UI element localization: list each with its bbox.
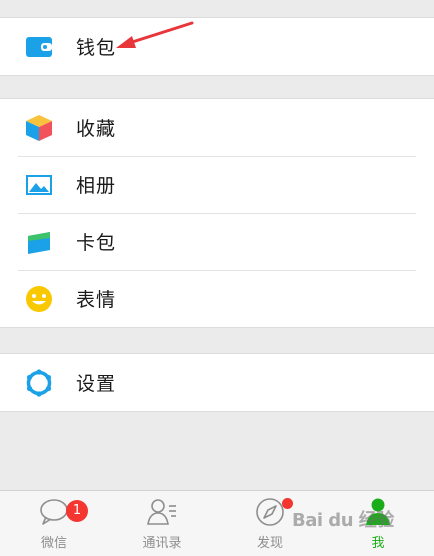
me-page: 钱包 收藏 相册 卡包 表情 设置 1 微信 通讯录 发现 我 Bai du 经…: [0, 0, 434, 556]
annotation-arrow-icon: [116, 21, 194, 48]
album-image-icon: [24, 170, 54, 200]
tab-label: 发现: [256, 536, 283, 551]
menu-item-stickers[interactable]: 表情: [0, 270, 434, 327]
contacts-icon: [147, 497, 177, 527]
menu-item-wallet[interactable]: 钱包: [0, 18, 434, 75]
tab-contacts[interactable]: 通讯录: [108, 491, 216, 556]
smiley-icon: [24, 284, 54, 314]
baidu-watermark: Bai du 经验: [292, 510, 394, 531]
tab-label: 我: [371, 536, 385, 551]
menu-item-label: 卡包: [76, 232, 117, 254]
menu-item-favorites[interactable]: 收藏: [0, 99, 434, 156]
gear-icon: [24, 368, 54, 398]
menu-item-label: 表情: [76, 289, 117, 311]
tab-chats[interactable]: 1 微信: [0, 491, 108, 556]
menu-item-cards[interactable]: 卡包: [0, 213, 434, 270]
menu-item-label: 设置: [76, 373, 117, 395]
unread-badge: 1: [66, 500, 88, 522]
content-group: 收藏 相册 卡包 表情: [0, 98, 434, 328]
tab-label: 通讯录: [142, 536, 182, 551]
wallet-icon: [24, 32, 54, 62]
menu-item-label: 钱包: [76, 37, 117, 59]
favorites-cube-icon: [24, 113, 54, 143]
menu-item-settings[interactable]: 设置: [0, 354, 434, 411]
menu-item-label: 相册: [76, 175, 117, 197]
menu-item-label: 收藏: [76, 118, 117, 140]
compass-icon: [255, 497, 285, 527]
tab-label: 微信: [40, 536, 67, 551]
card-pack-icon: [24, 227, 54, 257]
menu-item-album[interactable]: 相册: [0, 156, 434, 213]
wallet-group: 钱包: [0, 17, 434, 76]
settings-group: 设置: [0, 353, 434, 412]
chat-bubble-icon: [39, 497, 69, 527]
